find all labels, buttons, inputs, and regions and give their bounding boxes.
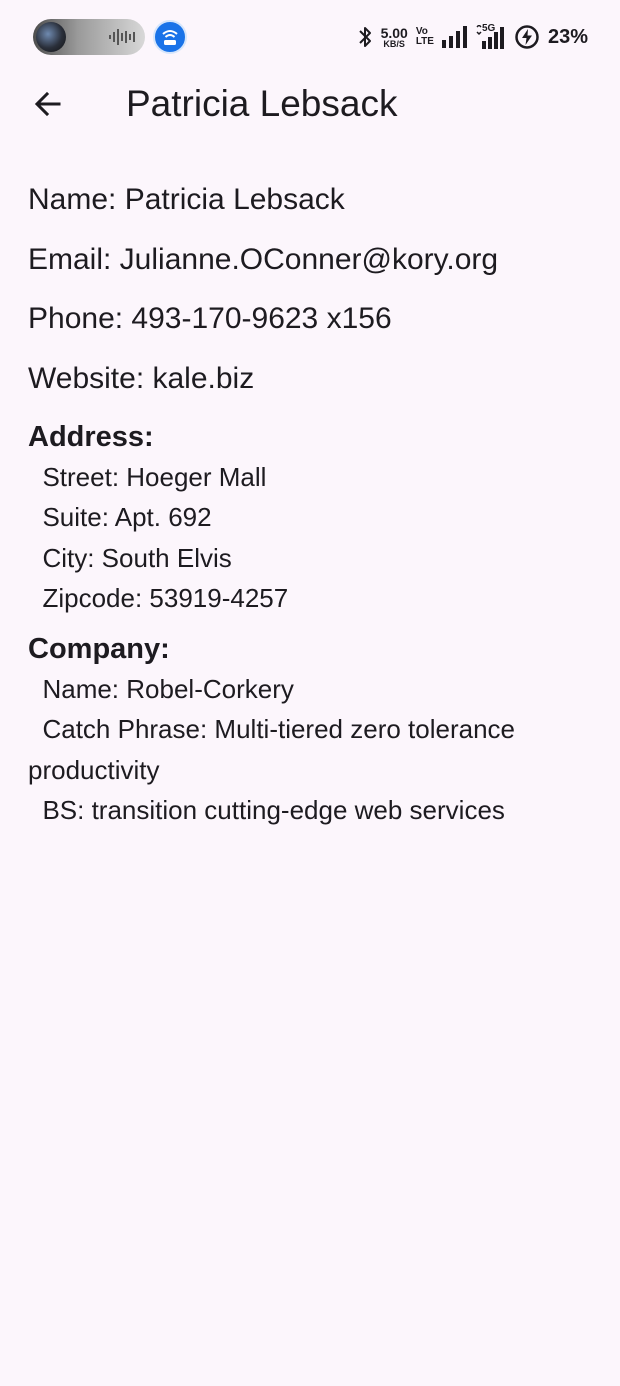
- arrow-left-icon: [34, 91, 61, 117]
- network-speed: 5.00 KB/S: [381, 26, 408, 49]
- battery-percent: 23%: [547, 25, 588, 48]
- address-zipcode: Zipcode: 53919-4257: [42, 582, 289, 613]
- address-suite: Suite: Apt. 692: [42, 502, 212, 533]
- company-section: Company: Name: Robel-Corkery Catch Phras…: [28, 630, 598, 830]
- volte-bottom-label: LTE: [415, 36, 434, 47]
- app-bar: Patricia Lebsack: [0, 72, 620, 136]
- user-name: Name: Patricia Lebsack: [28, 183, 345, 216]
- media-player-pill[interactable]: [33, 19, 145, 55]
- signal-5g-icon: 5G: [476, 23, 506, 49]
- album-art-icon: [36, 22, 66, 52]
- battery-charging-icon: [515, 25, 539, 49]
- status-bar: 5.00 KB/S Vo LTE 5G 23%: [0, 0, 620, 72]
- volte-indicator: Vo LTE: [416, 27, 434, 47]
- network-speed-unit: KB/S: [383, 38, 405, 49]
- audio-wave-icon: [109, 29, 135, 45]
- company-name: Name: Robel-Corkery: [42, 674, 294, 705]
- back-button[interactable]: [24, 80, 72, 128]
- user-phone: Phone: 493-170-9623 x156: [28, 302, 392, 335]
- bluetooth-icon: [358, 27, 371, 47]
- user-details: Name: Patricia Lebsack Email: Julianne.O…: [28, 180, 598, 842]
- hotspot-icon[interactable]: [153, 20, 187, 54]
- network-speed-value: 5.00: [380, 24, 408, 41]
- address-street: Street: Hoeger Mall: [42, 462, 267, 492]
- address-city: City: South Elvis: [42, 542, 232, 573]
- company-bs: BS: transition cutting-edge web services: [42, 795, 505, 826]
- address-heading: Address:: [28, 421, 154, 453]
- address-section: Address: Street: Hoeger Mall Suite: Apt.…: [28, 418, 598, 618]
- signal-icon: [441, 26, 467, 48]
- company-heading: Company:: [28, 633, 170, 666]
- status-icons: 5.00 KB/S Vo LTE 5G 23%: [357, 22, 588, 52]
- user-email: Email: Julianne.OConner@kory.org: [28, 242, 499, 276]
- page-title: Patricia Lebsack: [126, 83, 398, 124]
- user-website: Website: kale.biz: [28, 361, 255, 395]
- company-catch-phrase: Catch Phrase: Multi-tiered zero toleranc…: [28, 714, 515, 785]
